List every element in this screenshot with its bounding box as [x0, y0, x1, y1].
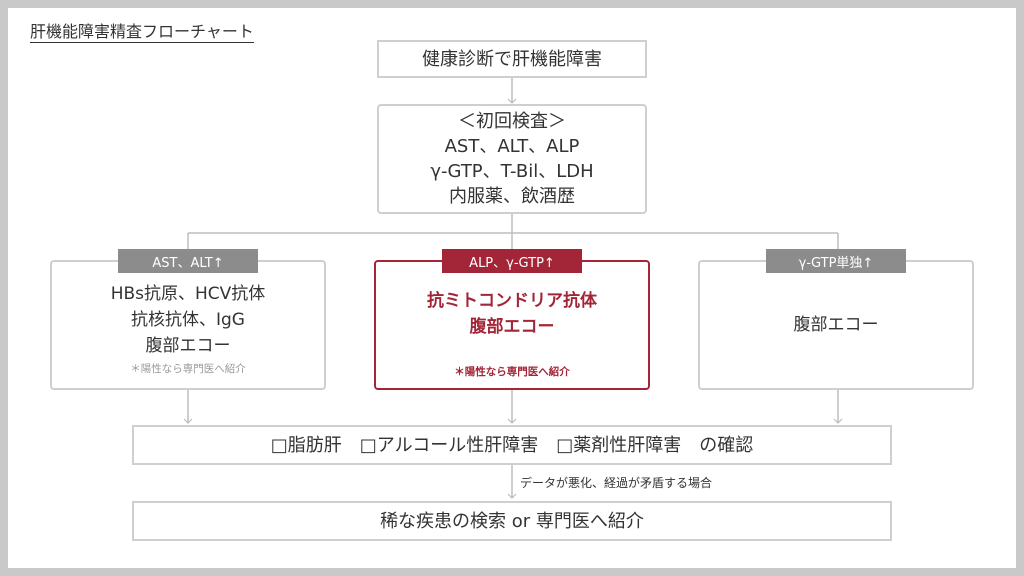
branch-box-ast-alt: HBs抗原、HCV抗体 抗核抗体、IgG 腹部エコー ＊陽性なら専門医へ紹介 — [50, 260, 326, 390]
branch-center-note: ＊陽性なら専門医へ紹介 — [454, 366, 570, 378]
branch-box-ggtp-only: 腹部エコー — [698, 260, 974, 390]
top-box-text: 健康診断で肝機能障害 — [422, 48, 602, 70]
final-box-text: 稀な疾患の検索 or 専門医へ紹介 — [380, 510, 644, 532]
branch-center-line: 抗ミトコンドリア抗体 — [427, 291, 597, 311]
branch-left-note: ＊陽性なら専門医へ紹介 — [130, 362, 246, 375]
branch-center-line: 腹部エコー — [469, 317, 555, 337]
branch-tag-alp-ggtp: ALP、γ-GTP↑ — [442, 249, 582, 273]
branch-left-line: 腹部エコー — [145, 335, 231, 356]
top-box: 健康診断で肝機能障害 — [377, 40, 647, 78]
initial-exam-line: γ-GTP、T-Bil、LDH — [430, 161, 594, 182]
branch-tag-ggtp-only: γ-GTP単独↑ — [766, 249, 906, 273]
initial-exam-line: AST、ALT、ALP — [444, 136, 580, 157]
branch-box-alp-ggtp: 抗ミトコンドリア抗体 腹部エコー ＊陽性なら専門医へ紹介 — [374, 260, 650, 390]
slide: 肝機能障害精査フローチャート 健康診断で肝機能障害 ＜初回検査＞ AST、ALT… — [8, 8, 1016, 568]
branch-right-line: 腹部エコー — [793, 315, 879, 335]
branch-left-line: HBs抗原、HCV抗体 — [110, 283, 266, 304]
initial-exam-box: ＜初回検査＞ AST、ALT、ALP γ-GTP、T-Bil、LDH 内服薬、飲… — [377, 104, 647, 214]
branch-left-line: 抗核抗体、IgG — [131, 309, 245, 330]
initial-exam-heading: ＜初回検査＞ — [458, 111, 566, 132]
initial-exam-line: 内服薬、飲酒歴 — [449, 186, 575, 207]
final-box: 稀な疾患の検索 or 専門医へ紹介 — [132, 501, 892, 541]
condition-check-box: □脂肪肝 □アルコール性肝障害 □薬剤性肝障害 の確認 — [132, 425, 892, 465]
transition-note: データが悪化、経過が矛盾する場合 — [520, 476, 713, 490]
branch-tag-ast-alt: AST、ALT↑ — [118, 249, 258, 273]
condition-check-text: □脂肪肝 □アルコール性肝障害 □薬剤性肝障害 の確認 — [270, 434, 754, 456]
